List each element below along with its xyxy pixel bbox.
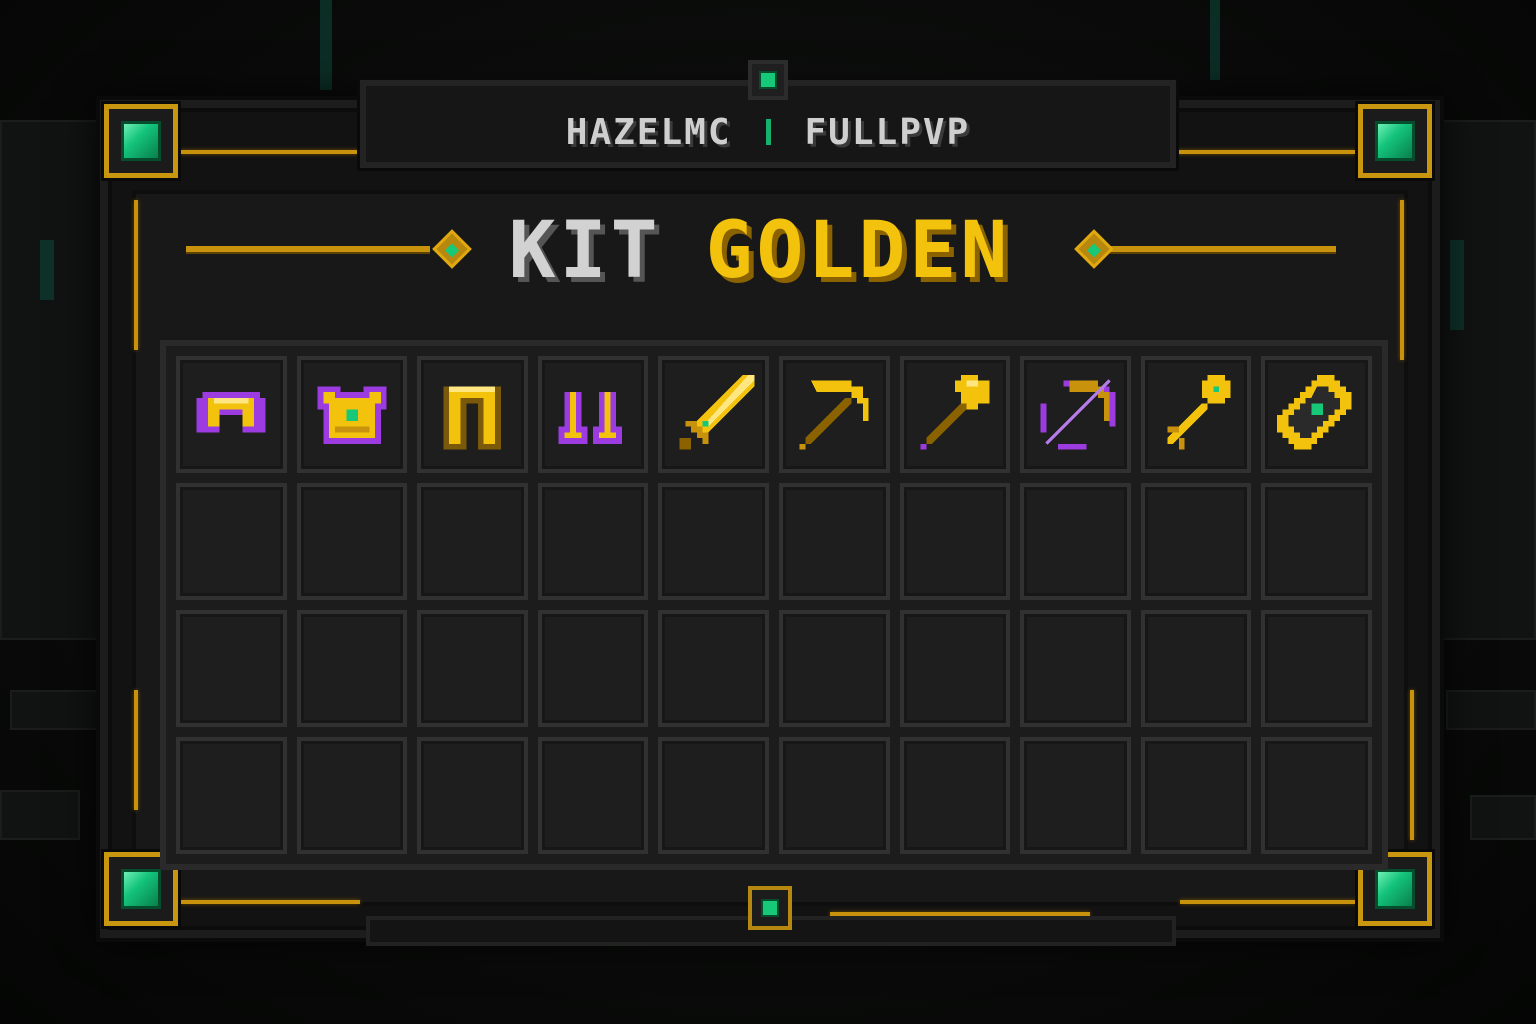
inventory-slot[interactable]: [417, 356, 528, 473]
bg-glow: [1210, 0, 1220, 80]
server-name: HAZELMC: [565, 111, 732, 153]
gold-trim-left: [134, 200, 138, 350]
inventory-slot[interactable]: [176, 356, 287, 473]
inventory-slot[interactable]: [899, 737, 1011, 854]
inventory-slot[interactable]: [899, 610, 1011, 727]
inventory-slot[interactable]: [899, 483, 1011, 600]
inventory-slot[interactable]: [296, 356, 408, 473]
golden-axe-icon: [920, 374, 990, 449]
inventory-slot[interactable]: [778, 483, 890, 600]
kit-title: KIT GOLDEN: [180, 206, 1340, 296]
inventory-slot[interactable]: [296, 737, 408, 854]
gold-trim-bottom-right: [1180, 900, 1360, 904]
bg-block: [10, 690, 100, 730]
kit-title-prefix: KIT: [508, 206, 662, 296]
inventory-slot[interactable]: [1140, 610, 1252, 727]
corner-emerald-top-right: [1358, 104, 1432, 178]
server-header: HAZELMC FULLPVP: [380, 104, 1156, 160]
bg-block: [1470, 795, 1536, 840]
inventory-slot[interactable]: [537, 356, 649, 473]
emerald-icon: [748, 886, 792, 930]
inventory-slot[interactable]: [296, 483, 408, 600]
kit-title-name: GOLDEN: [705, 206, 1012, 296]
emerald-icon: [1375, 121, 1415, 161]
golden-boots-icon: [558, 391, 622, 444]
inventory-slot[interactable]: [1020, 483, 1131, 600]
golden-helmet-icon: [196, 391, 266, 432]
gold-trim-left-low: [134, 690, 138, 810]
inventory-slot[interactable]: [1020, 356, 1131, 473]
inventory-slot[interactable]: [296, 610, 408, 727]
bg-glow: [1450, 240, 1464, 330]
inventory-slot[interactable]: [778, 737, 890, 854]
golden-chestplate-icon: [317, 385, 387, 444]
inventory-slot[interactable]: [1261, 356, 1372, 473]
inventory-slot[interactable]: [1261, 483, 1372, 600]
inventory-grid: [160, 340, 1388, 870]
corner-emerald-top-left: [104, 104, 178, 178]
inventory-slot[interactable]: [1261, 610, 1372, 727]
inventory-slot[interactable]: [658, 483, 769, 600]
inventory-slot[interactable]: [537, 610, 649, 727]
inventory-slot[interactable]: [658, 610, 769, 727]
server-mode: FULLPVP: [804, 111, 971, 153]
emerald-icon: [121, 121, 161, 161]
gold-trim-top-right: [1176, 150, 1356, 154]
inventory-slot[interactable]: [658, 737, 769, 854]
inventory-slot[interactable]: [778, 610, 890, 727]
golden-pickaxe-icon: [799, 380, 869, 449]
gold-trim-right: [1400, 200, 1404, 360]
bg-block: [1446, 690, 1536, 730]
bg-block: [0, 120, 100, 640]
inventory-slot[interactable]: [1140, 356, 1252, 473]
gold-trim-bottom-left: [180, 900, 360, 904]
gold-trim-right-low: [1410, 690, 1414, 840]
golden-ticket-icon: [1276, 374, 1352, 449]
inventory-slot[interactable]: [1261, 737, 1372, 854]
inventory-slot[interactable]: [1020, 737, 1131, 854]
bg-block: [0, 790, 80, 840]
bg-block: [1440, 120, 1536, 640]
inventory-slot[interactable]: [1020, 610, 1131, 727]
inventory-slot[interactable]: [176, 737, 287, 854]
inventory-slot[interactable]: [778, 356, 890, 473]
emerald-icon: [121, 869, 161, 909]
inventory-slot[interactable]: [537, 737, 649, 854]
inventory-slot[interactable]: [899, 356, 1011, 473]
emerald-icon: [748, 60, 788, 100]
inventory-slot[interactable]: [417, 610, 528, 727]
inventory-slot[interactable]: [176, 610, 287, 727]
golden-leggings-icon: [443, 385, 502, 449]
inventory-slot[interactable]: [658, 356, 769, 473]
inventory-slot[interactable]: [1140, 483, 1252, 600]
header-separator: [765, 119, 771, 145]
golden-sword-icon: [679, 374, 754, 449]
inventory-slot[interactable]: [176, 483, 287, 600]
golden-key-icon: [1167, 374, 1231, 449]
bow-icon: [1040, 378, 1116, 449]
inventory-slot[interactable]: [537, 483, 649, 600]
bg-glow: [40, 240, 54, 300]
inventory-slot[interactable]: [417, 737, 528, 854]
bg-glow: [320, 0, 332, 90]
emerald-icon: [1375, 869, 1415, 909]
gold-trim-top-left: [180, 150, 370, 154]
inventory-slot[interactable]: [417, 483, 528, 600]
inventory-slot[interactable]: [1140, 737, 1252, 854]
